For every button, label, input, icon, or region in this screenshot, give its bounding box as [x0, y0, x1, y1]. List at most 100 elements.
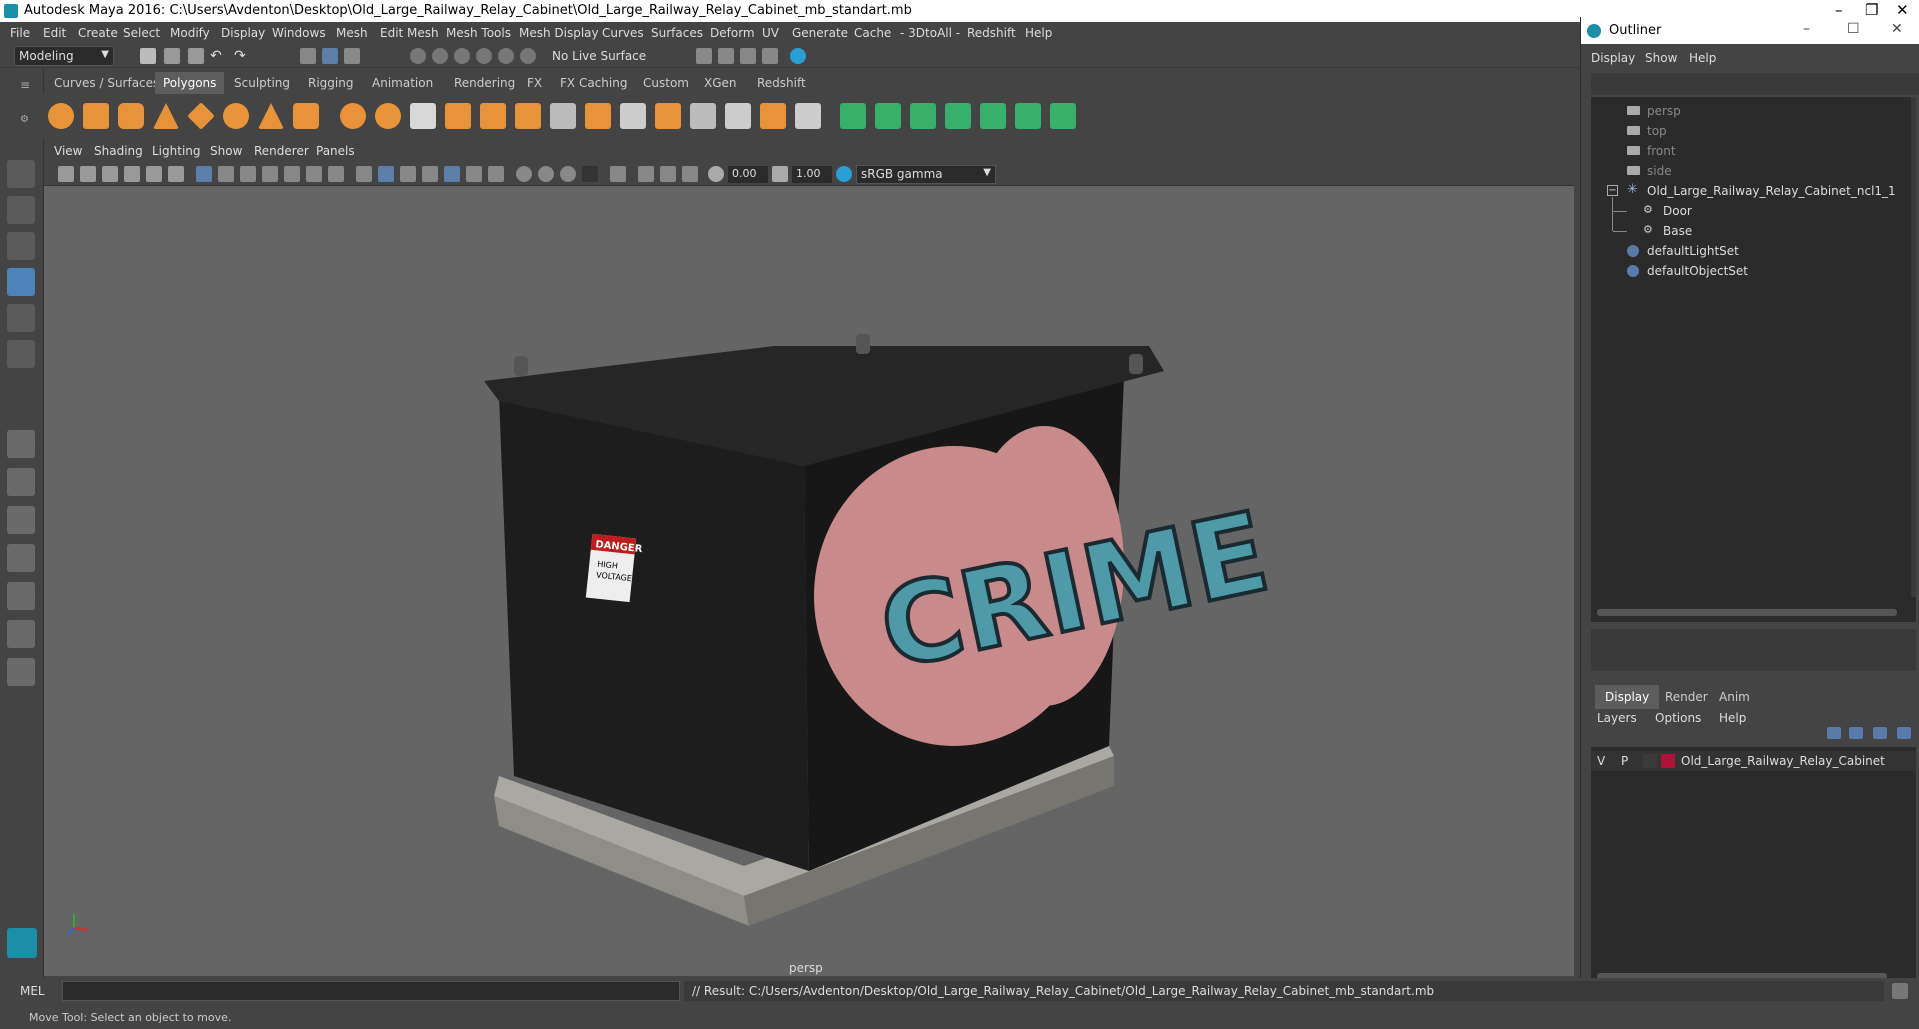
outliner-minimize-button[interactable]: – — [1803, 21, 1810, 37]
select-camera-icon[interactable] — [58, 166, 74, 182]
menu-curves[interactable]: Curves — [602, 26, 644, 40]
shelf-tab-fx[interactable]: FX — [519, 72, 550, 94]
panel-menu-shading[interactable]: Shading — [94, 144, 143, 158]
menu-windows[interactable]: Windows — [272, 26, 326, 40]
shelf-tab-sculpting[interactable]: Sculpting — [226, 72, 298, 94]
uv-editor-icon[interactable] — [1015, 103, 1041, 129]
combine-icon[interactable] — [340, 103, 366, 129]
select-object-icon[interactable] — [322, 48, 338, 64]
select-tool-icon[interactable] — [7, 160, 35, 188]
shelf-tab-xgen[interactable]: XGen — [696, 72, 745, 94]
menu-set-dropdown[interactable]: Modeling ▼ — [14, 46, 114, 66]
menu-deform[interactable]: Deform — [710, 26, 755, 40]
camera-attributes-icon[interactable] — [80, 166, 96, 182]
layer-tab-anim[interactable]: Anim — [1709, 685, 1760, 709]
append-polygon-icon[interactable] — [655, 103, 681, 129]
scale-tool-icon[interactable] — [7, 340, 35, 368]
shelf-tab-rendering[interactable]: Rendering — [446, 72, 523, 94]
snap-point-icon[interactable] — [454, 48, 470, 64]
shelf-tab-curves-surfaces[interactable]: Curves / Surfaces — [46, 72, 167, 94]
perspective-viewport[interactable]: CRIME DANGER HIGH VOLTAGE persp — [44, 186, 1574, 976]
outliner-persp-layout-icon[interactable] — [7, 620, 35, 648]
depth-of-field-icon[interactable] — [582, 166, 598, 182]
open-scene-icon[interactable] — [164, 48, 180, 64]
outliner-horizontal-scrollbar[interactable] — [1597, 609, 1897, 616]
collapse-icon[interactable]: − — [1607, 185, 1618, 196]
four-view-layout-icon[interactable] — [7, 468, 35, 496]
snap-grid-icon[interactable] — [410, 48, 426, 64]
script-language-toggle[interactable]: MEL — [20, 984, 45, 998]
outliner-close-button[interactable]: ✕ — [1891, 21, 1903, 37]
bridge-icon[interactable] — [585, 103, 611, 129]
new-scene-icon[interactable] — [140, 48, 156, 64]
single-view-layout-icon[interactable] — [7, 430, 35, 458]
poly-pipe-icon[interactable] — [293, 103, 319, 129]
shelf-tab-custom[interactable]: Custom — [635, 72, 697, 94]
layer-playback-toggle[interactable]: P — [1621, 754, 1628, 768]
layer-type-toggle[interactable] — [1643, 754, 1657, 768]
poly-plane-icon[interactable] — [187, 102, 215, 130]
outliner-menu-display[interactable]: Display — [1591, 51, 1635, 65]
fill-hole-icon[interactable] — [690, 103, 716, 129]
persp-outliner-layout-icon[interactable] — [7, 544, 35, 572]
rotate-tool-icon[interactable] — [7, 304, 35, 332]
menu-help[interactable]: Help — [1025, 26, 1052, 40]
poly-pyramid-icon[interactable] — [258, 103, 284, 129]
xray-components-icon[interactable] — [682, 166, 698, 182]
xray-joints-icon[interactable] — [660, 166, 676, 182]
render-view-icon[interactable] — [762, 48, 778, 64]
snap-live-icon[interactable] — [498, 48, 514, 64]
shaded-wireframe-icon[interactable] — [422, 166, 438, 182]
outliner-item-top[interactable]: top — [1591, 121, 1916, 141]
snap-curve-icon[interactable] — [432, 48, 448, 64]
layer-color-swatch[interactable] — [1661, 754, 1675, 768]
multisample-aa-icon[interactable] — [560, 166, 576, 182]
field-chart-icon[interactable] — [284, 166, 300, 182]
xray-icon[interactable] — [638, 166, 654, 182]
use-all-lights-icon[interactable] — [466, 166, 482, 182]
select-component-icon[interactable] — [344, 48, 360, 64]
outliner-item-front[interactable]: front — [1591, 141, 1916, 161]
outliner-filter-field[interactable] — [1591, 73, 1919, 95]
panel-menu-view[interactable]: View — [54, 144, 82, 158]
grid-toggle-icon[interactable] — [196, 166, 212, 182]
shelf-tab-animation[interactable]: Animation — [364, 72, 441, 94]
separate-icon[interactable] — [375, 103, 401, 129]
menu-toggle-icon[interactable]: ≡ — [20, 78, 30, 92]
menu-cache[interactable]: Cache — [854, 26, 891, 40]
custom-layout-icon[interactable] — [7, 658, 35, 686]
smooth-icon[interactable] — [445, 103, 471, 129]
target-weld-icon[interactable] — [725, 103, 751, 129]
cut-sew-uv-icon[interactable] — [1050, 103, 1076, 129]
menu-select[interactable]: Select — [123, 26, 160, 40]
menu-edit-mesh[interactable]: Edit Mesh — [380, 26, 439, 40]
poly-torus-icon[interactable] — [223, 103, 249, 129]
automatic-uv-icon[interactable] — [945, 103, 971, 129]
layer-tab-display[interactable]: Display — [1595, 685, 1660, 709]
bevel-icon[interactable] — [515, 103, 541, 129]
cabinet-model[interactable]: CRIME DANGER HIGH VOLTAGE — [44, 186, 1574, 976]
menu-display[interactable]: Display — [221, 26, 265, 40]
color-management-icon[interactable] — [836, 166, 852, 182]
new-empty-layer-icon[interactable] — [1873, 727, 1887, 739]
panel-menu-show[interactable]: Show — [210, 144, 242, 158]
lasso-tool-icon[interactable] — [7, 196, 35, 224]
select-hierarchy-icon[interactable] — [300, 48, 316, 64]
shadows-icon[interactable] — [488, 166, 504, 182]
merge-icon[interactable] — [760, 103, 786, 129]
insert-edge-loop-icon[interactable] — [620, 103, 646, 129]
outliner-item-persp[interactable]: persp — [1591, 101, 1916, 121]
resolution-gate-icon[interactable] — [240, 166, 256, 182]
move-layer-down-icon[interactable] — [1849, 727, 1863, 739]
move-layer-up-icon[interactable] — [1827, 727, 1841, 739]
view-transform-dropdown[interactable]: sRGB gamma ▼ — [856, 165, 996, 184]
settings-gear-icon[interactable]: ⚙ — [20, 114, 29, 125]
command-input[interactable] — [62, 981, 680, 1001]
default-material-icon[interactable] — [400, 166, 416, 182]
menu-edit[interactable]: Edit — [43, 26, 66, 40]
ipr-render-icon[interactable] — [740, 48, 756, 64]
screen-space-ao-icon[interactable] — [516, 166, 532, 182]
exposure-field[interactable]: 0.00 — [728, 166, 768, 183]
cylindrical-uv-icon[interactable] — [875, 103, 901, 129]
bookmark-icon[interactable] — [102, 166, 118, 182]
